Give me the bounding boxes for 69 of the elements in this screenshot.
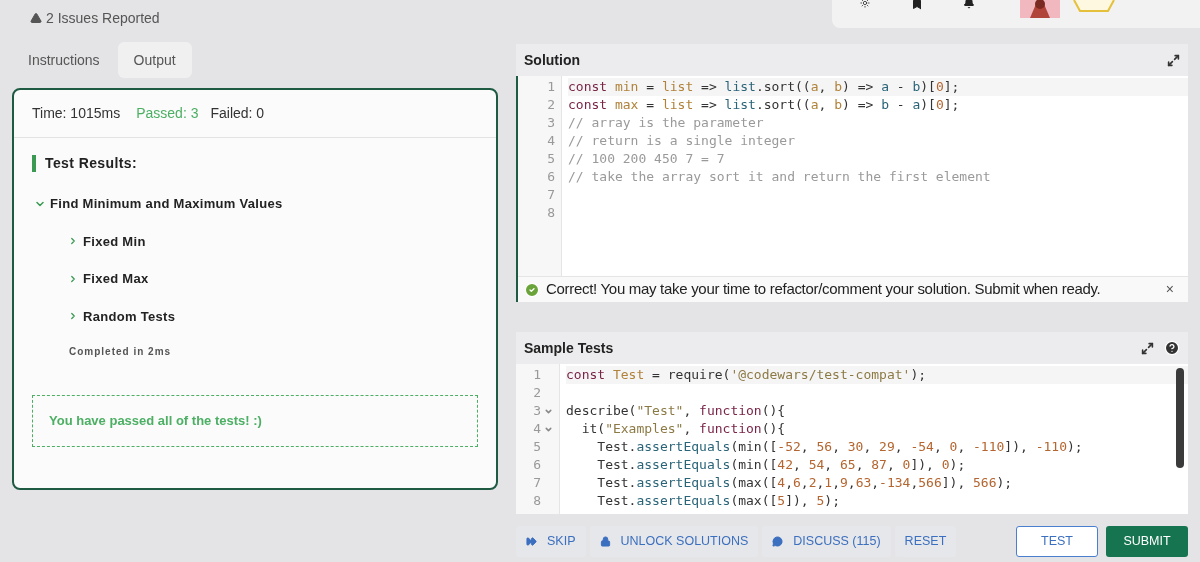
code-line: Test.assertEquals(min([42, 54, 65, 87, 0]), 0); <box>596 457 966 472</box>
line-number: 4 <box>533 420 541 438</box>
action-button[interactable]: TEST <box>1016 526 1098 557</box>
notice-text: Correct! You may take your time to refactor/comment your solution. Submit when ready. <box>546 279 1101 300</box>
test-group[interactable]: Find Minimum and Maximum Values <box>50 194 283 214</box>
close-button[interactable]: × <box>1165 279 1174 300</box>
code-line: Test.assertEquals(max([5]), 5); <box>596 493 840 508</box>
rank-badge-icon <box>1072 0 1116 12</box>
lock-icon <box>599 536 611 547</box>
panel-title: Sample Tests <box>524 338 614 358</box>
chevron-right-icon[interactable] <box>68 273 78 284</box>
line-number: 7 <box>533 474 541 492</box>
line-number: 2 <box>533 384 541 402</box>
line-number: 5 <box>533 438 541 456</box>
action-button[interactable]: DISCUSS (115) <box>762 526 891 557</box>
line-number: 7 <box>547 186 555 204</box>
chat-bubble-icon <box>772 536 784 547</box>
line-number: 3 <box>533 402 541 420</box>
test-case[interactable]: Fixed Max <box>83 269 149 289</box>
panel-title: Solution <box>524 50 580 70</box>
action-button[interactable]: SUBMIT <box>1106 526 1188 557</box>
code-line: Test.assertEquals(min([-52, 56, 30, 29, -54, 0, -110]), -110); <box>596 439 1083 454</box>
line-number: 5 <box>547 150 555 168</box>
code-line: // array is the parameter <box>568 115 764 130</box>
code-line: const min = list => list.sort((a, b) => a - b)[0]; <box>568 79 960 94</box>
line-number: 8 <box>547 204 555 222</box>
code-line: // take the array sort it and return the first element <box>568 169 991 184</box>
code-line: const max = list => list.sort((a, b) => b - a)[0]; <box>568 97 960 112</box>
action-button[interactable]: SKIP <box>516 526 586 557</box>
sun-icon[interactable] <box>858 0 872 8</box>
success-message: You have passed all of the tests! :) <box>32 395 478 447</box>
test-case[interactable]: Fixed Min <box>83 231 146 251</box>
code-line: const Test = require('@codewars/test-compat'); <box>566 367 927 382</box>
results-title: Test Results: <box>45 153 138 173</box>
check-circle-icon <box>524 281 540 298</box>
expand-icon[interactable] <box>1167 53 1180 67</box>
chevron-right-icon[interactable] <box>68 311 78 322</box>
expand-icon[interactable] <box>1141 341 1154 355</box>
chevron-right-icon[interactable] <box>68 236 78 247</box>
issues-link[interactable]: 2 Issues Reported <box>46 7 160 29</box>
scrollbar-thumb[interactable] <box>1176 368 1184 468</box>
completed-note: Completed in 2ms <box>69 345 173 359</box>
tab[interactable]: Instructions <box>12 42 116 78</box>
passed-count: Passed: 3 <box>136 104 199 123</box>
code-line: // 100 200 450 7 = 7 <box>568 151 725 166</box>
code-line: describe("Test", function(){ <box>566 403 786 418</box>
bell-icon[interactable] <box>962 0 976 9</box>
line-number: 2 <box>547 96 555 114</box>
failed-count: Failed: 0 <box>210 104 265 123</box>
accent-bar <box>32 154 36 172</box>
fast-forward-icon <box>526 536 537 547</box>
line-number: 3 <box>547 114 555 132</box>
line-number: 8 <box>533 492 541 510</box>
line-number: 6 <box>533 456 541 474</box>
line-number: 4 <box>547 132 555 150</box>
line-number: 6 <box>547 168 555 186</box>
help-icon[interactable] <box>1164 340 1180 356</box>
warning-icon <box>30 12 42 24</box>
time-label: Time: 1015ms <box>32 104 121 123</box>
action-button[interactable]: RESET <box>894 526 957 557</box>
tab[interactable]: Output <box>117 42 192 78</box>
action-button[interactable]: UNLOCK SOLUTIONS <box>589 526 759 557</box>
code-line: // return is a single integer <box>568 133 795 148</box>
code-line: it("Examples", function(){ <box>580 421 786 436</box>
code-line: Test.assertEquals(max([4,6,2,1,9,63,-134,566]), 566); <box>596 475 1013 490</box>
line-number: 1 <box>533 366 541 384</box>
bookmark-icon[interactable] <box>910 0 924 10</box>
line-number: 1 <box>547 78 555 96</box>
test-case[interactable]: Random Tests <box>83 306 176 326</box>
